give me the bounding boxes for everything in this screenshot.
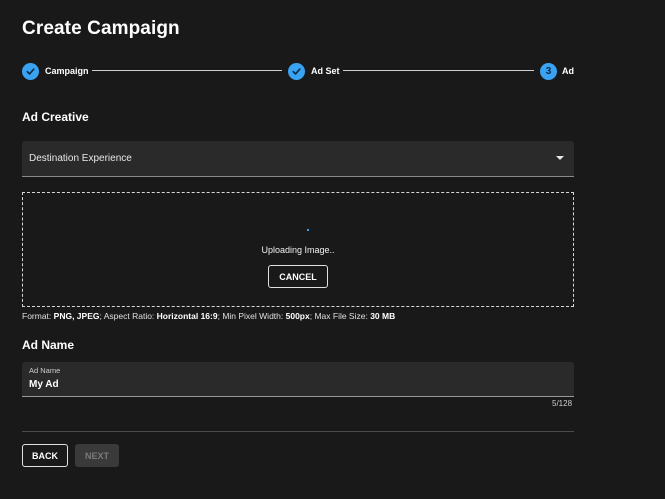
hint-value: Horizontal 16:9 [156,311,218,321]
step-label: Ad Set [311,66,340,76]
chevron-down-icon [556,156,564,160]
hint-value: 30 MB [370,311,396,321]
step-ad-set[interactable]: Ad Set [288,62,340,80]
step-campaign[interactable]: Campaign [22,62,89,80]
hint-text: ; Max File Size: [309,311,371,321]
step-connector [343,70,534,71]
ad-name-heading: Ad Name [22,338,75,352]
character-counter: 5/128 [552,399,573,408]
upload-requirements: Format: PNG, JPEG; Aspect Ratio: Horizon… [22,311,395,321]
step-label: Ad [562,66,574,76]
hint-text: Format: [22,311,54,321]
divider [22,431,574,432]
hint-value: PNG, JPEG [53,311,100,321]
step-label: Campaign [45,66,89,76]
step-connector [92,70,282,71]
upload-status: Uploading Image.. [261,245,335,255]
check-icon [288,62,305,80]
select-value: Destination Experience [29,153,132,164]
step-ad[interactable]: 3 Ad [540,62,574,80]
hint-text: ; Min Pixel Width: [217,311,286,321]
check-icon [22,62,39,80]
image-upload-dropzone[interactable]: Uploading Image.. CANCEL [22,192,574,307]
hint-value: 500px [285,311,310,321]
next-button[interactable]: NEXT [75,444,119,467]
destination-select[interactable]: Destination Experience [22,141,574,177]
cancel-upload-button[interactable]: CANCEL [268,265,328,288]
ad-creative-heading: Ad Creative [22,110,89,124]
loading-spinner-icon [307,229,309,231]
page-title: Create Campaign [22,18,180,39]
ad-name-input[interactable] [29,379,549,390]
field-label: Ad Name [29,366,61,375]
back-button[interactable]: BACK [22,444,68,467]
ad-name-field[interactable]: Ad Name [22,362,574,397]
hint-text: ; Aspect Ratio: [99,311,157,321]
step-number: 3 [540,62,557,80]
